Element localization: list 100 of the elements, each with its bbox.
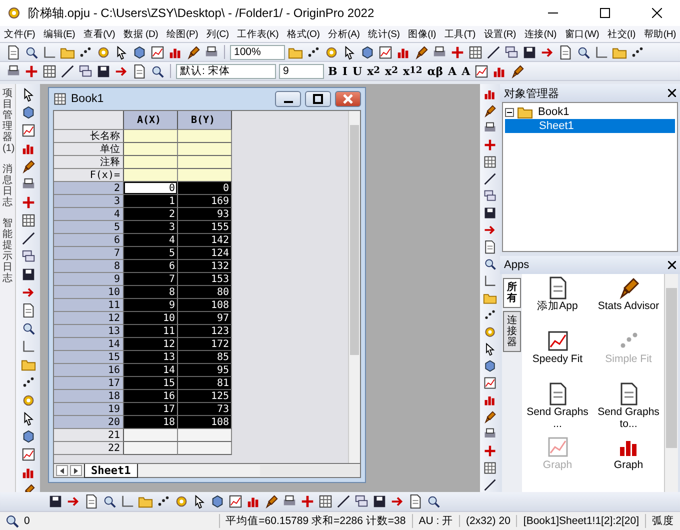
row-header[interactable]: 8 <box>54 260 124 273</box>
page-icon[interactable] <box>558 44 573 60</box>
search-icon[interactable] <box>426 494 441 509</box>
row-header[interactable]: 15 <box>54 351 124 364</box>
axes-icon[interactable] <box>42 44 57 60</box>
brush-icon[interactable] <box>20 159 36 174</box>
row-header[interactable]: 21 <box>54 429 124 442</box>
gear-icon[interactable] <box>174 494 189 509</box>
page-icon[interactable] <box>483 240 497 254</box>
row-header[interactable]: 6 <box>54 234 124 247</box>
line-icon[interactable] <box>336 494 351 509</box>
line-icon[interactable] <box>20 231 36 246</box>
table-cell[interactable] <box>178 442 232 455</box>
previous-sheet-button[interactable] <box>56 465 68 476</box>
brush-icon[interactable] <box>264 494 279 509</box>
scrollbar[interactable] <box>664 274 678 492</box>
table-cell[interactable]: 0 <box>178 182 232 195</box>
table-cell[interactable] <box>178 143 232 156</box>
table-cell[interactable] <box>178 429 232 442</box>
menu-item[interactable]: 社交(I) <box>607 28 636 40</box>
font-dropdown[interactable]: 默认: 宋体 <box>176 64 276 78</box>
table-cell[interactable]: 18 <box>124 416 178 429</box>
table-cell[interactable] <box>124 143 178 156</box>
plus-icon[interactable] <box>483 138 497 152</box>
table-cell[interactable]: 14 <box>124 364 178 377</box>
menu-item[interactable]: 工作表(K) <box>237 28 279 40</box>
table-cell[interactable]: 11 <box>124 325 178 338</box>
table-cell[interactable] <box>178 169 232 182</box>
table-cell[interactable] <box>124 156 178 169</box>
layers-icon[interactable] <box>483 189 497 203</box>
row-header[interactable]: 5 <box>54 221 124 234</box>
greek-button[interactable]: αβ <box>426 62 444 80</box>
arrow-icon[interactable] <box>483 223 497 237</box>
gear-icon[interactable] <box>483 325 497 339</box>
chart-icon[interactable] <box>20 447 36 462</box>
plus-icon[interactable] <box>24 64 39 78</box>
row-header[interactable]: 18 <box>54 390 124 403</box>
table-cell[interactable]: 13 <box>124 351 178 364</box>
table-cell[interactable] <box>178 156 232 169</box>
tree-item[interactable]: Book1 <box>536 105 590 119</box>
table-cell[interactable]: 142 <box>178 234 232 247</box>
line-icon[interactable] <box>486 44 501 60</box>
row-header[interactable]: 19 <box>54 403 124 416</box>
grid-icon[interactable] <box>318 494 333 509</box>
cube-icon[interactable] <box>20 429 36 444</box>
app-label[interactable]: 添加App <box>524 300 590 312</box>
grid-icon[interactable] <box>483 461 497 475</box>
chart-icon[interactable] <box>483 376 497 390</box>
table-cell[interactable]: 85 <box>178 351 232 364</box>
row-header[interactable]: 20 <box>54 416 124 429</box>
layers-icon[interactable] <box>354 494 369 509</box>
scatter-icon[interactable] <box>78 44 93 60</box>
plus-icon[interactable] <box>483 444 497 458</box>
pointer-icon[interactable] <box>483 342 497 356</box>
table-cell[interactable]: 155 <box>178 221 232 234</box>
table-cell[interactable]: 132 <box>178 260 232 273</box>
chart-icon[interactable] <box>20 123 36 138</box>
shrink-font-button[interactable]: A <box>460 62 472 80</box>
menu-item[interactable]: 绘图(P) <box>166 28 198 40</box>
scrollbar[interactable] <box>260 465 360 476</box>
app-label[interactable]: Send Graphs ... <box>524 406 590 430</box>
table-cell[interactable]: 17 <box>124 403 178 416</box>
table-cell[interactable]: 108 <box>178 416 232 429</box>
line-icon[interactable] <box>483 478 497 492</box>
table-cell[interactable]: 10 <box>124 312 178 325</box>
app-label[interactable]: Stats Advisor <box>596 300 662 312</box>
page-icon[interactable] <box>6 44 21 60</box>
table-cell[interactable]: 153 <box>178 273 232 286</box>
brush-icon[interactable] <box>483 104 497 118</box>
line-icon[interactable] <box>483 172 497 186</box>
vertical-tab[interactable]: 所有 <box>503 278 521 308</box>
side-panel-tab[interactable]: 智能提示日志 <box>2 218 12 284</box>
table-cell[interactable]: 4 <box>124 234 178 247</box>
scatter-icon[interactable] <box>630 44 645 60</box>
printer-icon[interactable] <box>204 44 219 60</box>
axes-icon[interactable] <box>594 44 609 60</box>
bold-button[interactable]: B <box>327 62 338 80</box>
gear-icon[interactable] <box>20 393 36 408</box>
axes-icon[interactable] <box>120 494 135 509</box>
maximize-button[interactable] <box>305 91 331 107</box>
row-header[interactable]: 9 <box>54 273 124 286</box>
search-icon[interactable] <box>483 257 497 271</box>
scatter-icon[interactable] <box>306 44 321 60</box>
app-label[interactable]: Speedy Fit <box>524 353 590 365</box>
menu-item[interactable]: 查看(V) <box>83 28 116 40</box>
arrow-icon[interactable] <box>390 494 405 509</box>
menu-item[interactable]: 编辑(E) <box>43 28 76 40</box>
table-cell[interactable]: 3 <box>124 221 178 234</box>
menu-item[interactable]: 列(C) <box>206 28 229 40</box>
side-panel-tab[interactable]: 消息日志 <box>2 164 12 208</box>
line-icon[interactable] <box>60 64 75 78</box>
layers-icon[interactable] <box>504 44 519 60</box>
row-header[interactable]: 4 <box>54 208 124 221</box>
collapse-toggle[interactable] <box>505 108 514 116</box>
chart-icon[interactable] <box>150 44 165 60</box>
table-cell[interactable]: 93 <box>178 208 232 221</box>
grid-icon[interactable] <box>483 155 497 169</box>
grid-icon[interactable] <box>468 44 483 60</box>
page-icon[interactable] <box>408 494 423 509</box>
search-icon[interactable] <box>20 321 36 336</box>
